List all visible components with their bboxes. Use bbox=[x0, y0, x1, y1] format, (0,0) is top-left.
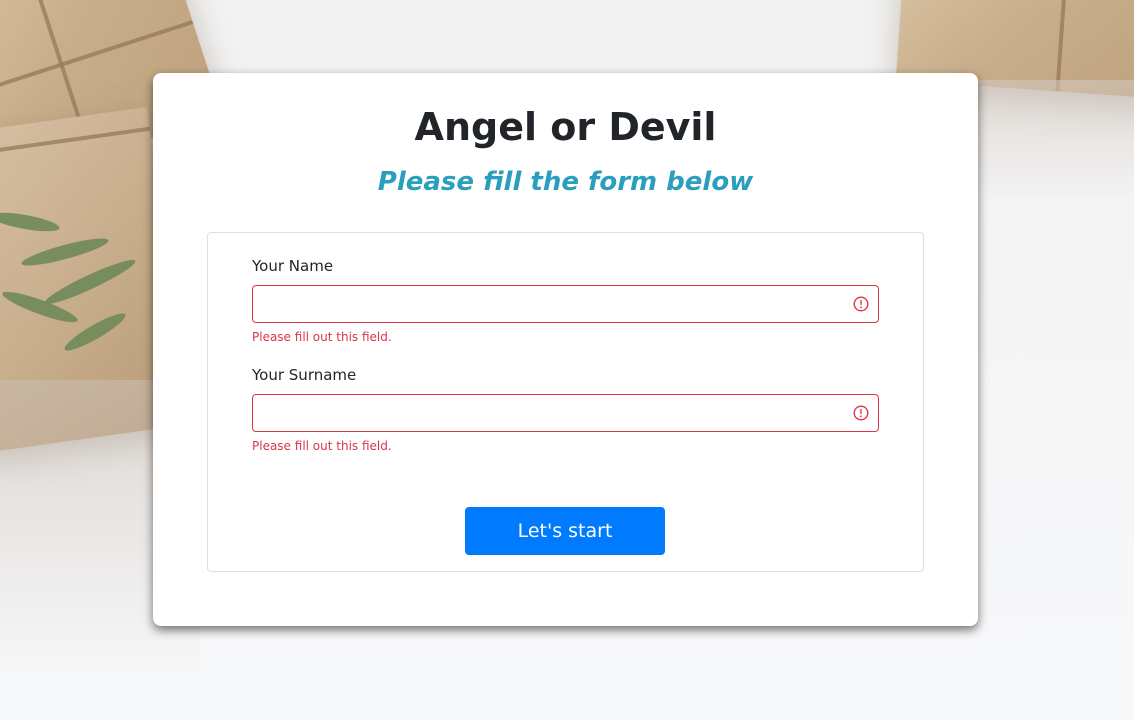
exclamation-circle-icon bbox=[853, 405, 869, 421]
name-input[interactable] bbox=[252, 285, 879, 323]
surname-input[interactable] bbox=[252, 394, 879, 432]
form-card: Angel or Devil Please fill the form belo… bbox=[153, 73, 978, 626]
name-label: Your Name bbox=[252, 257, 334, 275]
name-field-wrapper bbox=[252, 285, 879, 323]
name-feedback: Please fill out this field. bbox=[252, 330, 392, 344]
lets-start-button[interactable]: Let's start bbox=[465, 507, 665, 555]
surname-field-wrapper bbox=[252, 394, 879, 432]
page-title: Angel or Devil bbox=[414, 105, 717, 149]
exclamation-circle-icon bbox=[853, 296, 869, 312]
registration-form: Your Name Please fill out this field. Yo… bbox=[207, 232, 924, 572]
page-subtitle: Please fill the form below bbox=[377, 167, 754, 197]
surname-label: Your Surname bbox=[252, 366, 357, 384]
surname-feedback: Please fill out this field. bbox=[252, 439, 392, 453]
